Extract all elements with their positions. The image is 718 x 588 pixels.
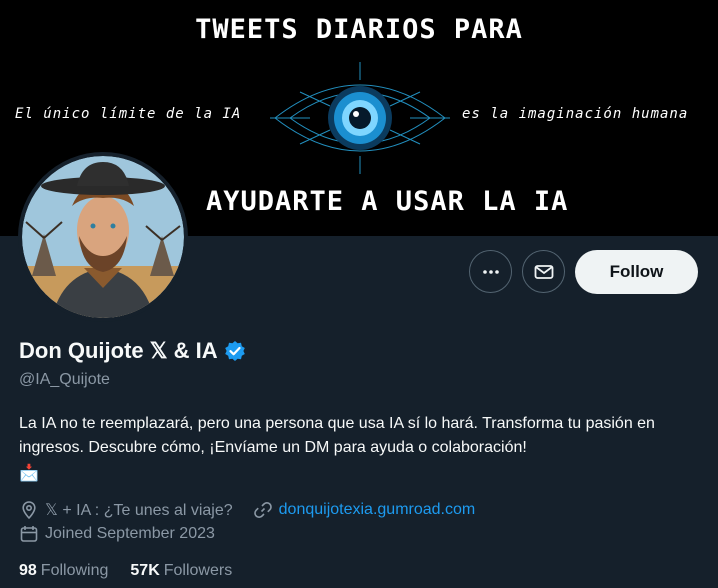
banner-right-text: es la imaginación humana (462, 106, 689, 122)
avatar-image (22, 156, 184, 318)
profile-handle: @IA_Quijote (19, 371, 110, 388)
profile-name-row: Don Quijote 𝕏 & IA (19, 338, 246, 364)
envelope-arrow-emoji: 📩 (19, 465, 39, 482)
bio-text: La IA no te reemplazará, pero una person… (19, 415, 655, 456)
profile-joined-date: Joined September 2023 (45, 525, 215, 542)
followers-link[interactable]: 57K Followers (130, 562, 232, 580)
more-dots-icon (482, 269, 499, 274)
avatar[interactable] (18, 152, 188, 322)
following-count: 98 (19, 562, 37, 579)
banner-top-text: TWEETS DIARIOS PARA (195, 14, 523, 45)
eye-icon (270, 62, 450, 174)
envelope-icon (534, 264, 553, 279)
profile-location: 𝕏 + IA : ¿Te unes al viaje? (45, 502, 233, 519)
followers-label: Followers (163, 562, 233, 579)
link-icon (253, 502, 272, 518)
verified-badge-icon[interactable] (224, 340, 246, 362)
following-link[interactable]: 98 Following (19, 562, 108, 580)
profile-meta: 𝕏 + IA : ¿Te unes al viaje? donquijotexi… (19, 500, 475, 520)
banner-left-text: El único límite de la IA (15, 106, 242, 122)
banner-bottom-text: AYUDARTE A USAR LA IA (206, 186, 569, 217)
following-label: Following (40, 562, 109, 579)
profile-joined-row: Joined September 2023 (19, 524, 215, 544)
more-options-button[interactable] (469, 250, 512, 293)
follow-button[interactable]: Follow (575, 250, 698, 294)
followers-count: 57K (130, 562, 160, 579)
profile-stats: 98 Following 57K Followers (19, 562, 254, 580)
profile-website-link[interactable]: donquijotexia.gumroad.com (279, 501, 476, 519)
profile-bio: La IA no te reemplazará, pero una person… (19, 412, 699, 486)
location-pin-icon (22, 501, 36, 520)
display-name: Don Quijote 𝕏 & IA (19, 338, 218, 363)
message-button[interactable] (522, 250, 565, 293)
calendar-icon (20, 526, 38, 542)
